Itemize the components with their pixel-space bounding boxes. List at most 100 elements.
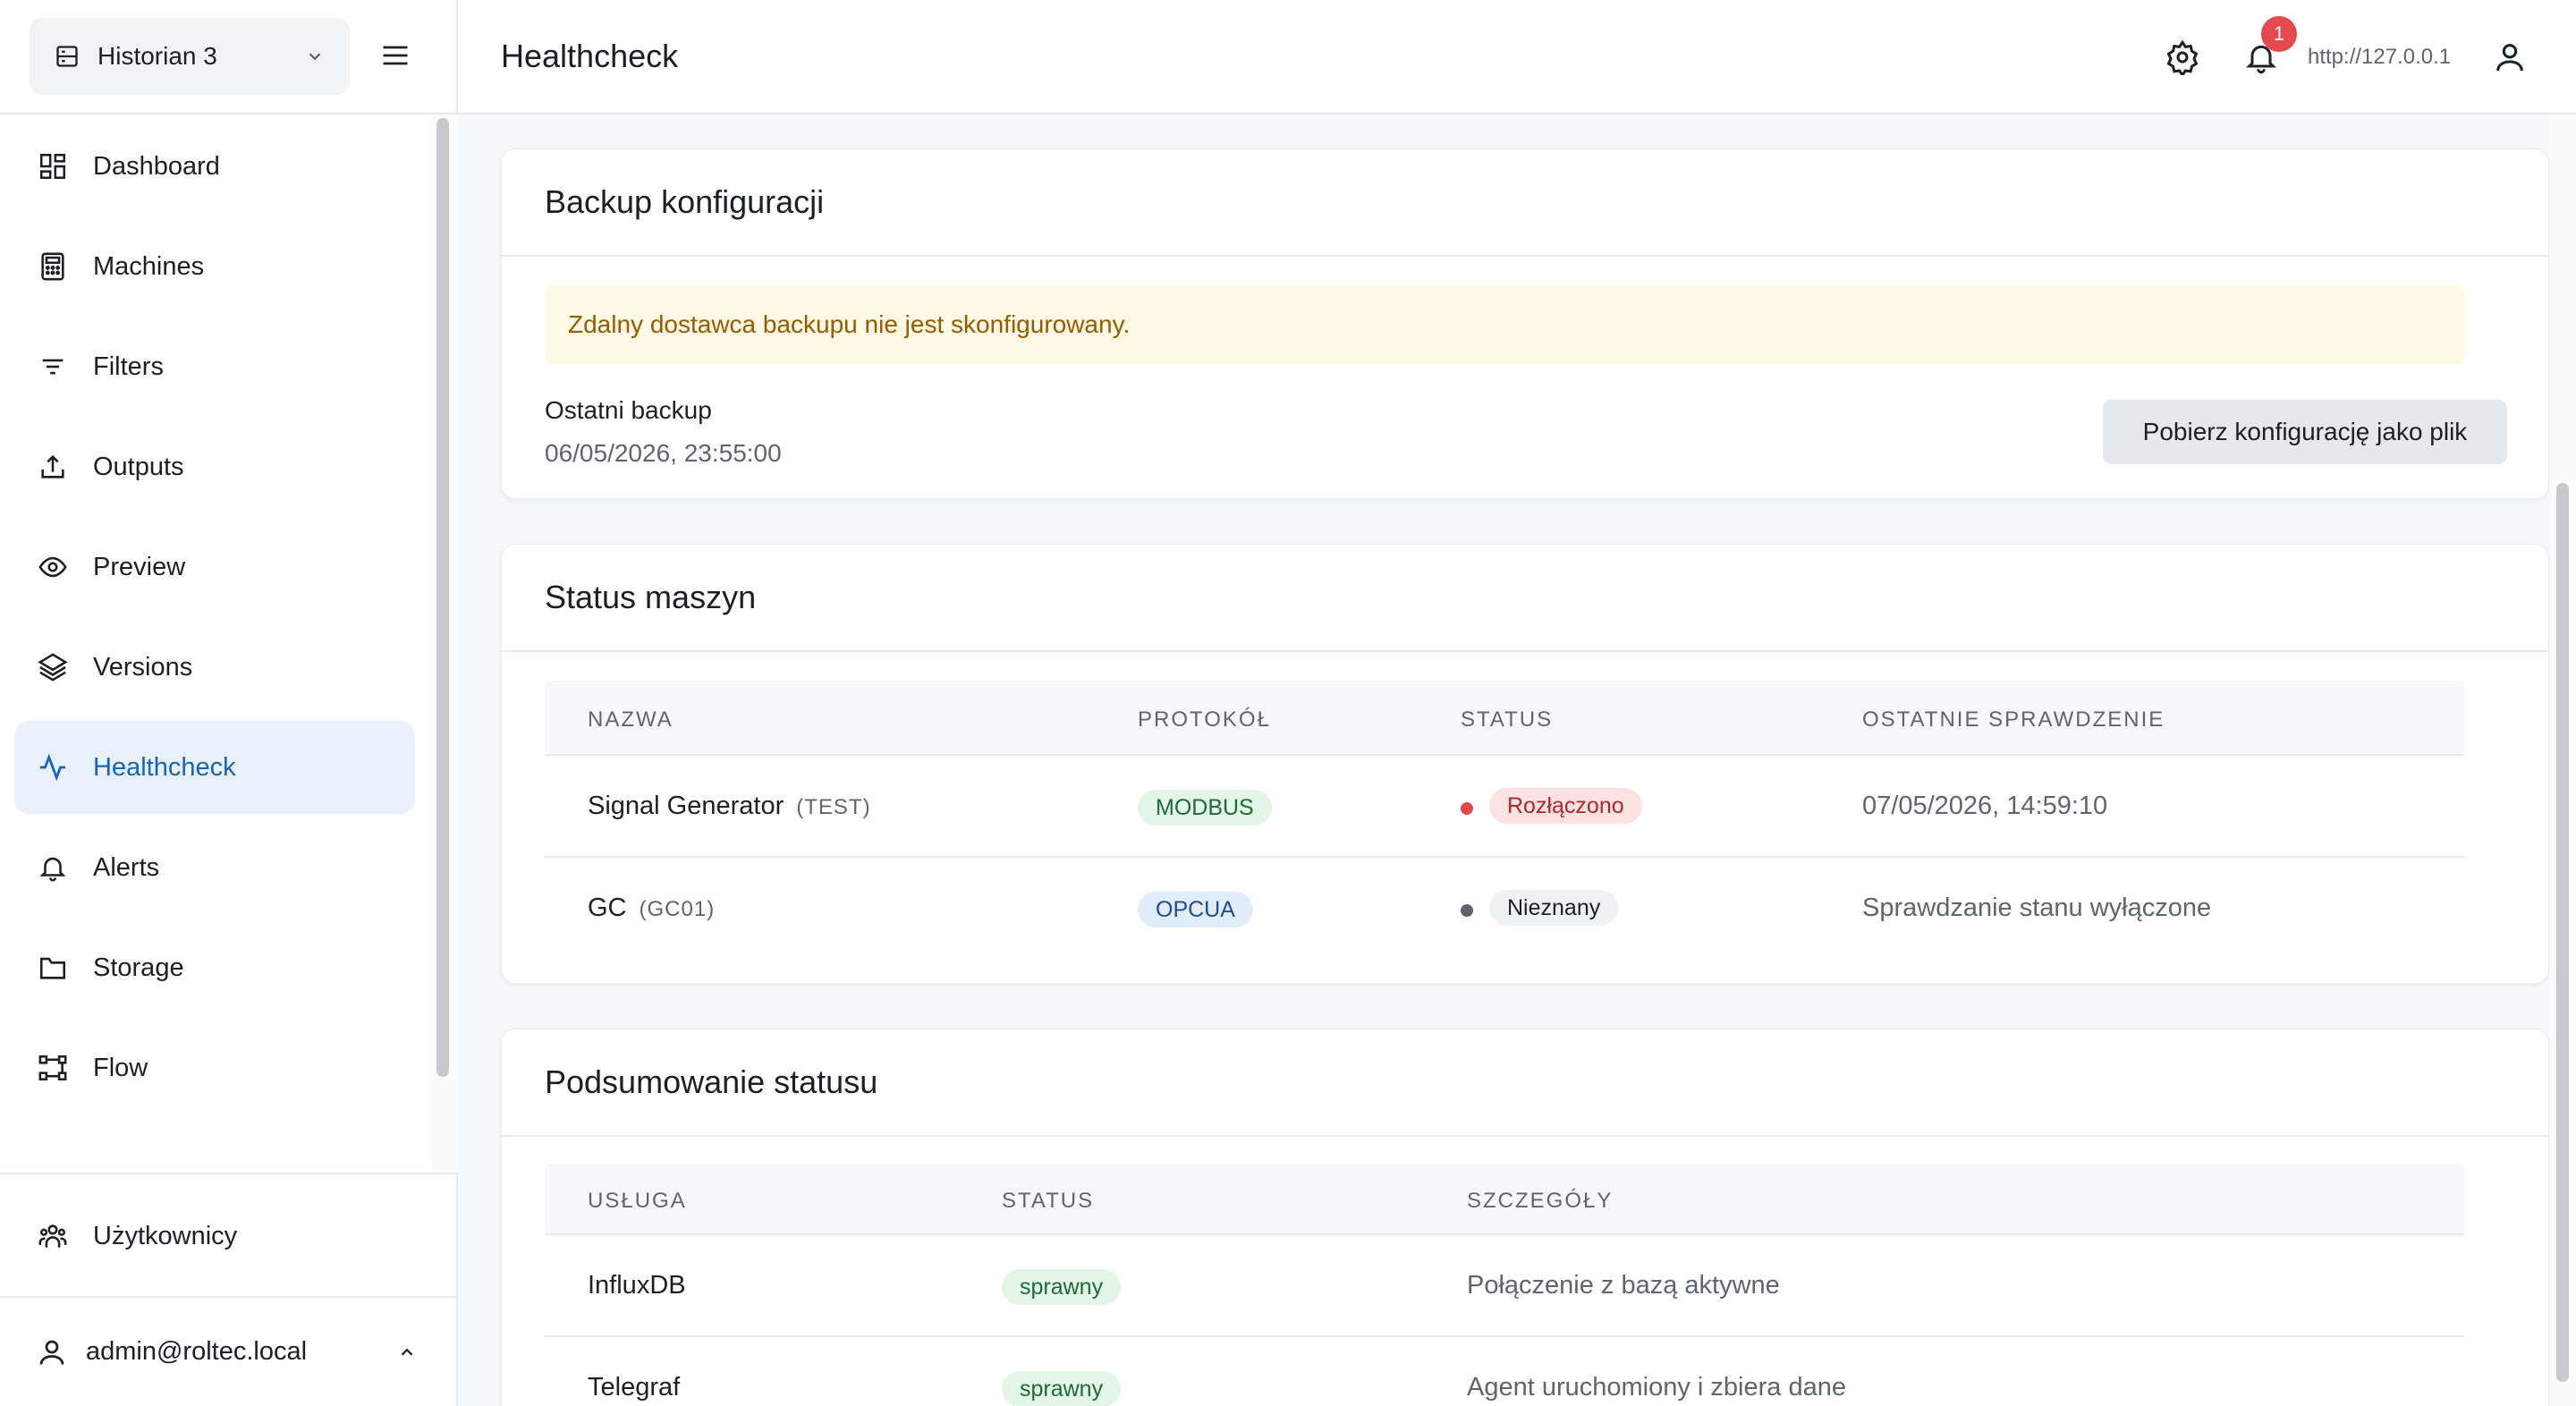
service-name: Telegraf [588,1373,681,1402]
download-config-button[interactable]: Pobierz konfigurację jako plik [2103,400,2507,464]
nav-item-alerts[interactable]: Alerts [14,821,415,914]
protocol-badge: MODBUS [1138,790,1272,826]
bell-icon [39,857,66,882]
nav-item-filters[interactable]: Filters [14,320,415,413]
nav-item-flow[interactable]: Flow [14,1021,415,1114]
column-header: STATUS [1461,707,1554,732]
settings-icon[interactable] [2165,39,2200,75]
status-badge: Rozłączono [1489,788,1642,824]
instance-label: Historian 3 [97,42,217,70]
backup-card: Backup konfiguracji Zdalny dostawca back… [501,148,2549,499]
status-badge: Nieznany [1489,890,1619,926]
machines-icon [41,252,64,281]
users-icon [38,1224,67,1248]
machine-name-cell: GC (GC01) [588,894,715,923]
server-icon [56,46,78,67]
card-title: Status maszyn [502,545,2548,652]
nav-label: Preview [93,552,186,581]
nav-label: Storage [93,953,184,982]
sidebar-scrollbar[interactable] [431,114,458,1173]
last-backup-value: 06/05/2026, 23:55:00 [545,439,782,467]
status-dot [1461,904,1473,917]
chevron-up-icon [401,1348,413,1356]
backup-warning: Zdalny dostawca backupu nie jest skonfig… [545,285,2464,364]
summary-table: USŁUGA STATUS SZCZEGÓŁY InfluxDB sprawny… [545,1164,2464,1406]
machines-status-card: Status maszyn NAZWA PROTOKÓŁ STATUS OSTA… [501,544,2549,984]
user-icon [39,1340,64,1365]
sidebar-nav: Dashboard Machines Filters Outputs Previ… [0,114,431,1173]
machine-name-cell: Signal Generator (TEST) [588,792,871,821]
machine-name: GC [588,894,627,922]
column-header: USŁUGA [588,1189,687,1213]
user-profile-icon[interactable] [2492,39,2528,75]
table-row[interactable]: Telegraf sprawny Agent uruchomiony i zbi… [545,1337,2464,1406]
nav-item-healthcheck[interactable]: Healthcheck [14,721,415,814]
table-row[interactable]: Signal Generator (TEST) MODBUS Rozłączono… [545,756,2464,858]
main-content: Backup konfiguracji Zdalny dostawca back… [458,114,2549,1406]
table-row[interactable]: InfluxDB sprawny Połączenie z bazą aktyw… [545,1235,2464,1337]
nav-label: Flow [93,1053,148,1082]
last-backup-label: Ostatni backup [545,396,712,424]
machine-name: Signal Generator [588,792,784,820]
sidebar-scroll-thumb[interactable] [436,118,449,1077]
instance-selector[interactable]: Historian 3 [30,18,350,95]
server-url: http://127.0.0.1 [2308,45,2452,69]
chevron-down-icon [309,53,321,61]
service-name: InfluxDB [588,1271,686,1300]
menu-icon[interactable] [379,39,411,72]
machine-code: (TEST) [796,795,871,819]
card-title: Podsumowanie statusu [502,1029,2548,1137]
sidebar: Historian 3 Dashboard Machines Filters O… [0,0,458,1406]
nav-label: Alerts [93,852,160,882]
main-scroll-thumb[interactable] [2556,483,2569,1382]
column-header: STATUS [1002,1189,1095,1213]
nav-item-dashboard[interactable]: Dashboard [14,120,415,213]
card-title: Backup konfiguracji [502,149,2548,257]
sidebar-header: Historian 3 [0,0,456,114]
notification-badge: 1 [2261,16,2297,52]
page-title: Healthcheck [501,38,679,74]
folder-icon [39,957,66,979]
table-header: NAZWA PROTOKÓŁ STATUS OSTATNIE SPRAWDZEN… [545,681,2464,756]
last-check: Sprawdzanie stanu wyłączone [1862,894,2212,922]
status-badge: sprawny [1002,1269,1122,1305]
nav-item-versions[interactable]: Versions [14,621,415,714]
machines-table: NAZWA PROTOKÓŁ STATUS OSTATNIE SPRAWDZEN… [545,681,2464,960]
account-menu[interactable]: admin@roltec.local [0,1296,456,1406]
nav-item-preview[interactable]: Preview [14,521,415,614]
nav-item-storage[interactable]: Storage [14,921,415,1014]
column-header: NAZWA [588,707,674,732]
account-email: admin@roltec.local [86,1337,308,1366]
column-header: PROTOKÓŁ [1138,707,1271,732]
nav-item-outputs[interactable]: Outputs [14,420,415,513]
dashboard-icon [39,153,66,180]
status-dot [1461,802,1473,815]
protocol-badge: OPCUA [1138,892,1253,927]
nav-item-users[interactable]: Użytkownicy [14,1190,415,1283]
topbar: Healthcheck 1 http://127.0.0.1 [458,0,2576,114]
service-details: Połączenie z bazą aktywne [1467,1271,1780,1300]
filter-icon [42,359,64,375]
status-summary-card: Podsumowanie statusu USŁUGA STATUS SZCZE… [501,1029,2549,1406]
nav-label: Healthcheck [93,752,236,782]
column-header: OSTATNIE SPRAWDZENIE [1862,707,2165,732]
column-header: SZCZEGÓŁY [1467,1189,1614,1213]
nav-label: Dashboard [93,151,220,181]
service-details: Agent uruchomiony i zbiera dane [1467,1373,1846,1402]
table-row[interactable]: GC (GC01) OPCUA Nieznany Sprawdzanie stan… [545,858,2464,960]
machine-code: (GC01) [639,897,716,921]
nav-label: Użytkownicy [93,1221,238,1250]
upload-icon [41,454,64,479]
nav-label: Machines [93,251,205,281]
nav-label: Versions [93,652,193,682]
sidebar-users-section: Użytkownicy [0,1173,456,1296]
nav-label: Filters [93,352,164,381]
layers-icon [38,653,68,682]
main-scrollbar[interactable] [2549,114,2576,1406]
table-header: USŁUGA STATUS SZCZEGÓŁY [545,1164,2464,1235]
nav-label: Outputs [93,452,184,481]
eye-icon [38,556,67,578]
nav-item-machines[interactable]: Machines [14,220,415,313]
status-badge: sprawny [1002,1371,1122,1406]
activity-icon [39,753,66,782]
